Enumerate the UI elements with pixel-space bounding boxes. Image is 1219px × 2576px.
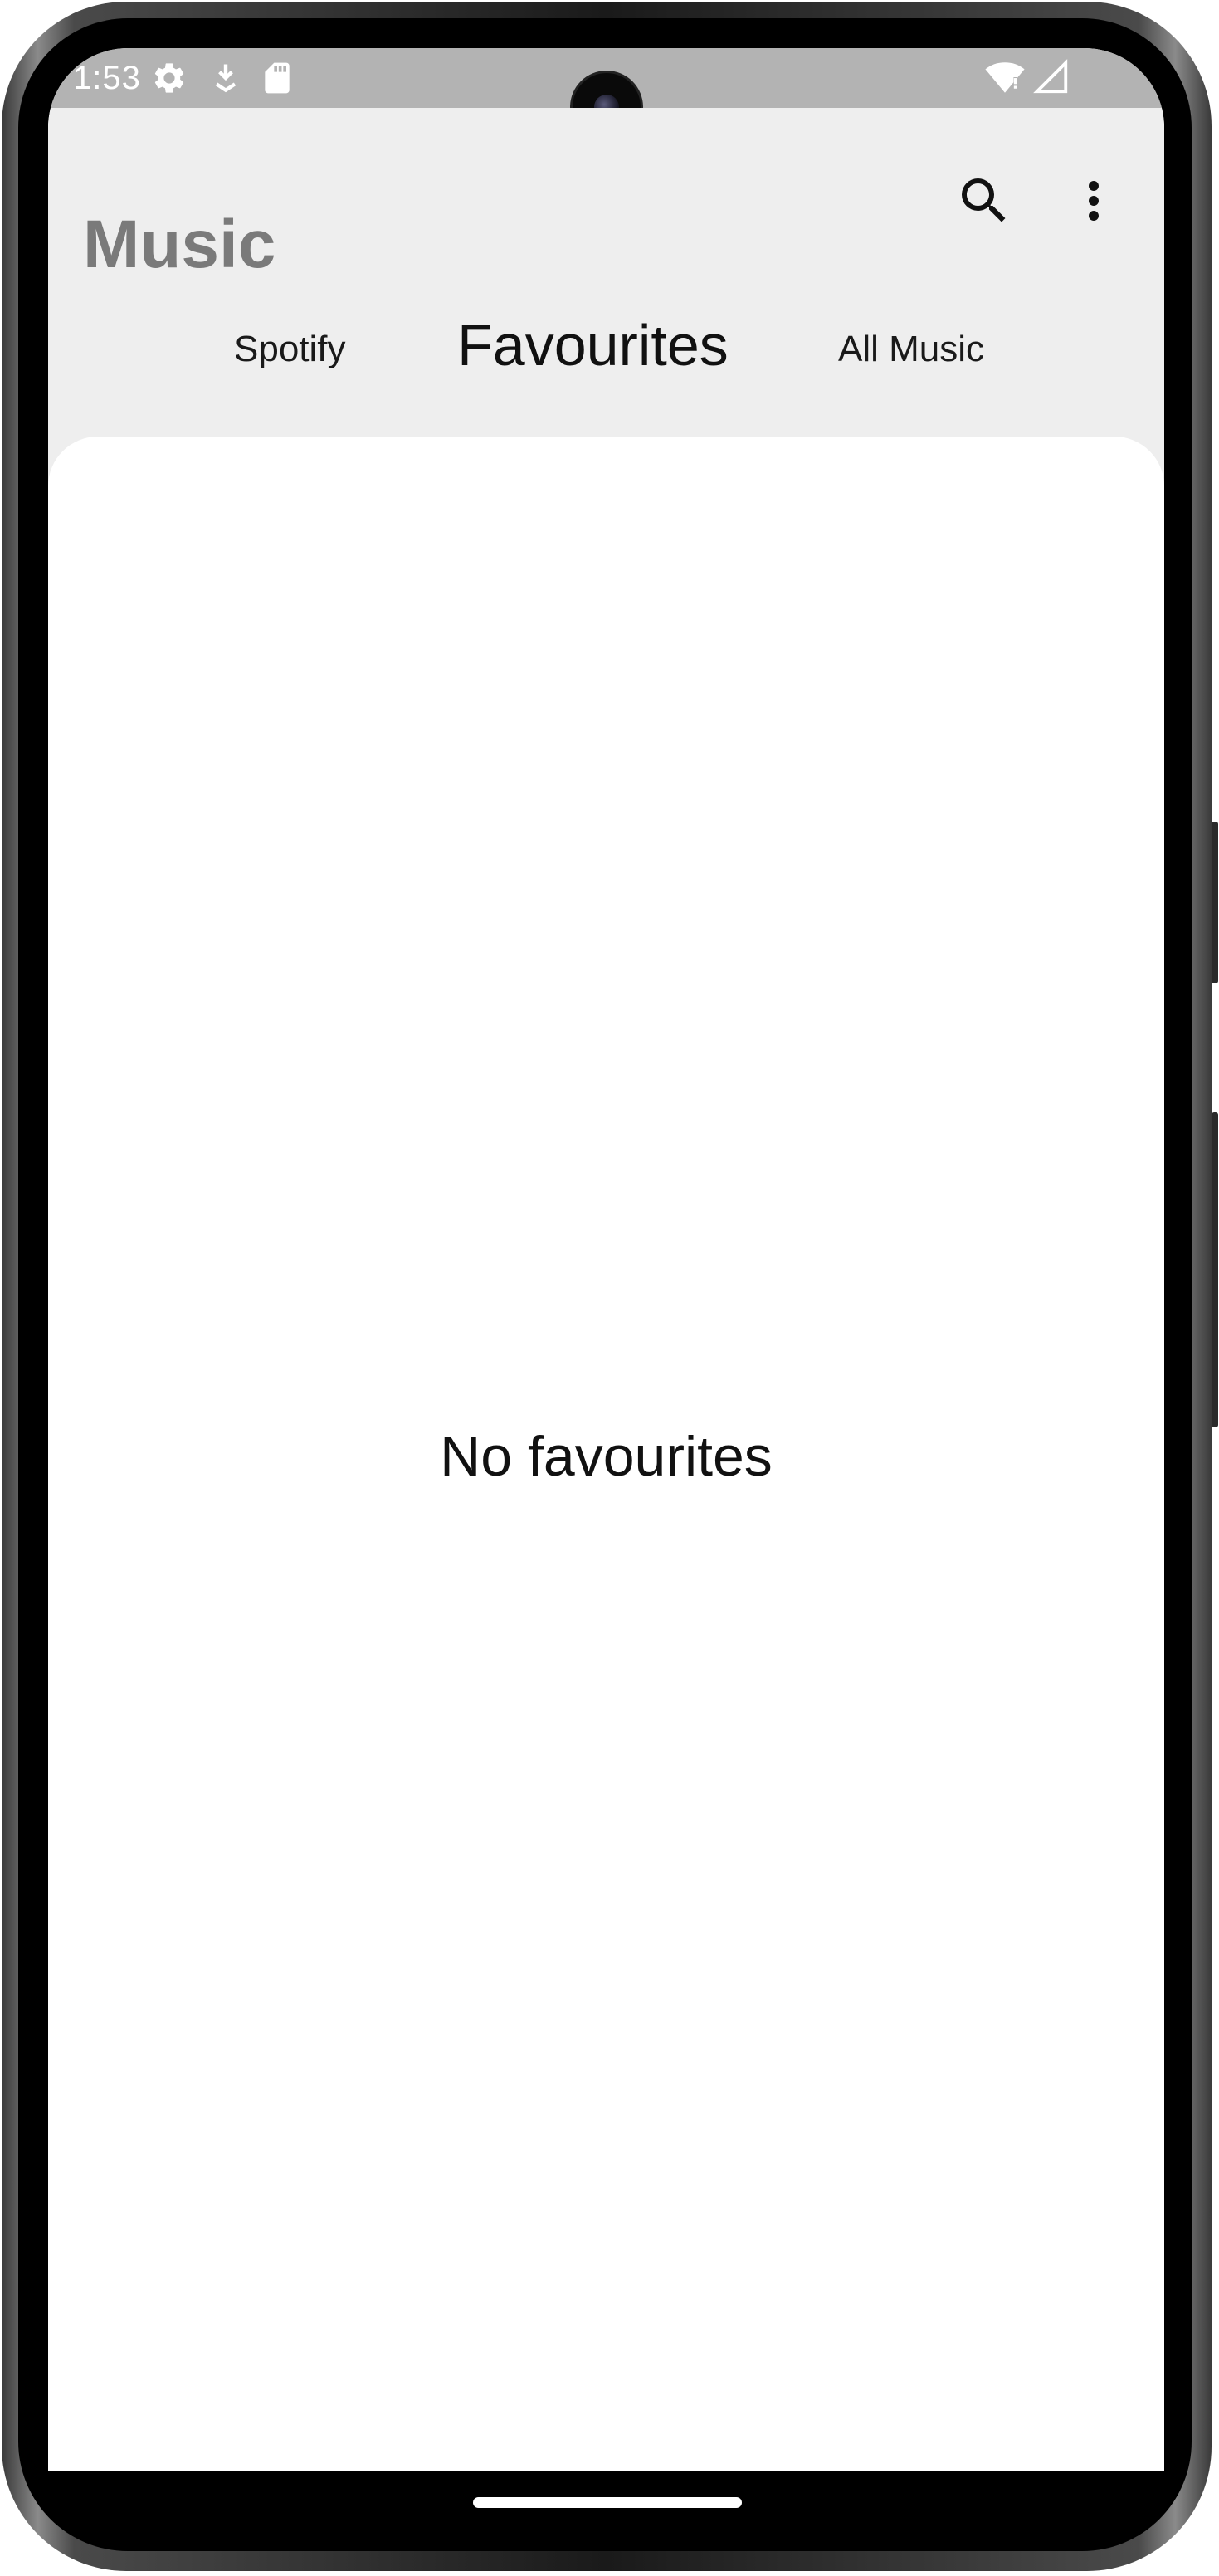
tab-spotify[interactable]: Spotify [234,329,346,370]
cellular-signal-icon [1032,58,1070,96]
favourites-list-panel: No favourites [48,437,1164,2471]
download-icon [207,60,244,96]
tab-bar: Spotify Favourites All Music [48,297,1164,413]
more-options-button[interactable] [1062,161,1125,244]
screen: 1:53 Music Spotify Favourites All Music … [48,48,1164,2471]
search-icon [954,171,1014,235]
volume-button [1212,822,1218,983]
wifi-icon [984,56,1026,98]
app-title: Music [83,207,276,282]
settings-gear-icon [151,60,188,96]
empty-state-message: No favourites [440,1425,773,1488]
device-screenshot: 1:53 Music Spotify Favourites All Music … [0,0,1219,2576]
tab-all-music[interactable]: All Music [838,329,984,370]
tab-favourites[interactable]: Favourites [457,312,729,378]
power-button [1212,1112,1218,1427]
status-time: 1:53 [73,60,141,96]
more-vert-icon [1064,171,1124,235]
home-indicator[interactable] [473,2497,742,2508]
search-button[interactable] [943,161,1026,244]
sd-card-icon [259,60,295,96]
